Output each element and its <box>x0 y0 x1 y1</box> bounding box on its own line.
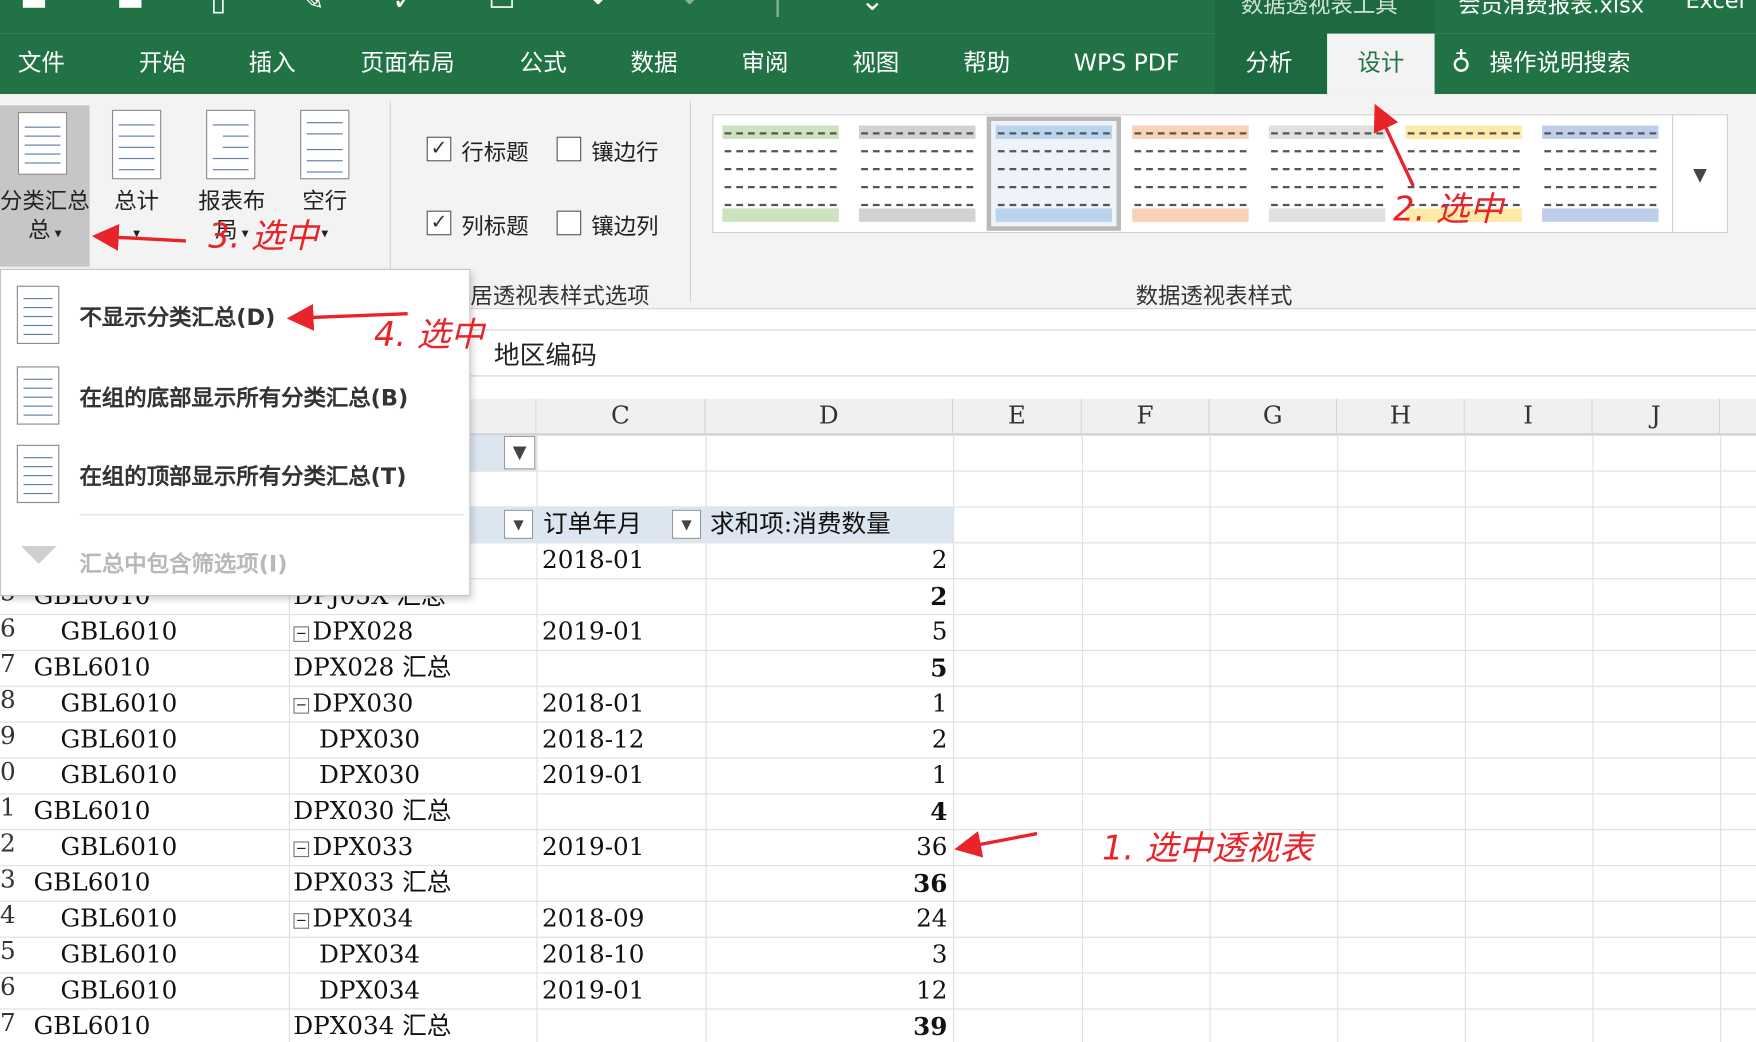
arrow-step-2 <box>1373 103 1415 187</box>
arrow-step-3 <box>91 224 186 251</box>
arrow-step-1 <box>954 831 1038 858</box>
excel-window: ▬ ▬ ▯ ✎ ✓ ▭ ↶ ↷ | ⌄ 数据透视表工具 会员消费报表.xlsx … <box>0 0 1756 1042</box>
annotation-step-4: 4. 选中 <box>374 315 484 356</box>
annotation-step-1: 1. 选中透视表 <box>1101 829 1313 869</box>
annotation-step-2: 2. 选中 <box>1393 190 1504 230</box>
annotation-arrows <box>91 103 1415 858</box>
annotation-step-3: 3. 选中 <box>208 217 319 257</box>
